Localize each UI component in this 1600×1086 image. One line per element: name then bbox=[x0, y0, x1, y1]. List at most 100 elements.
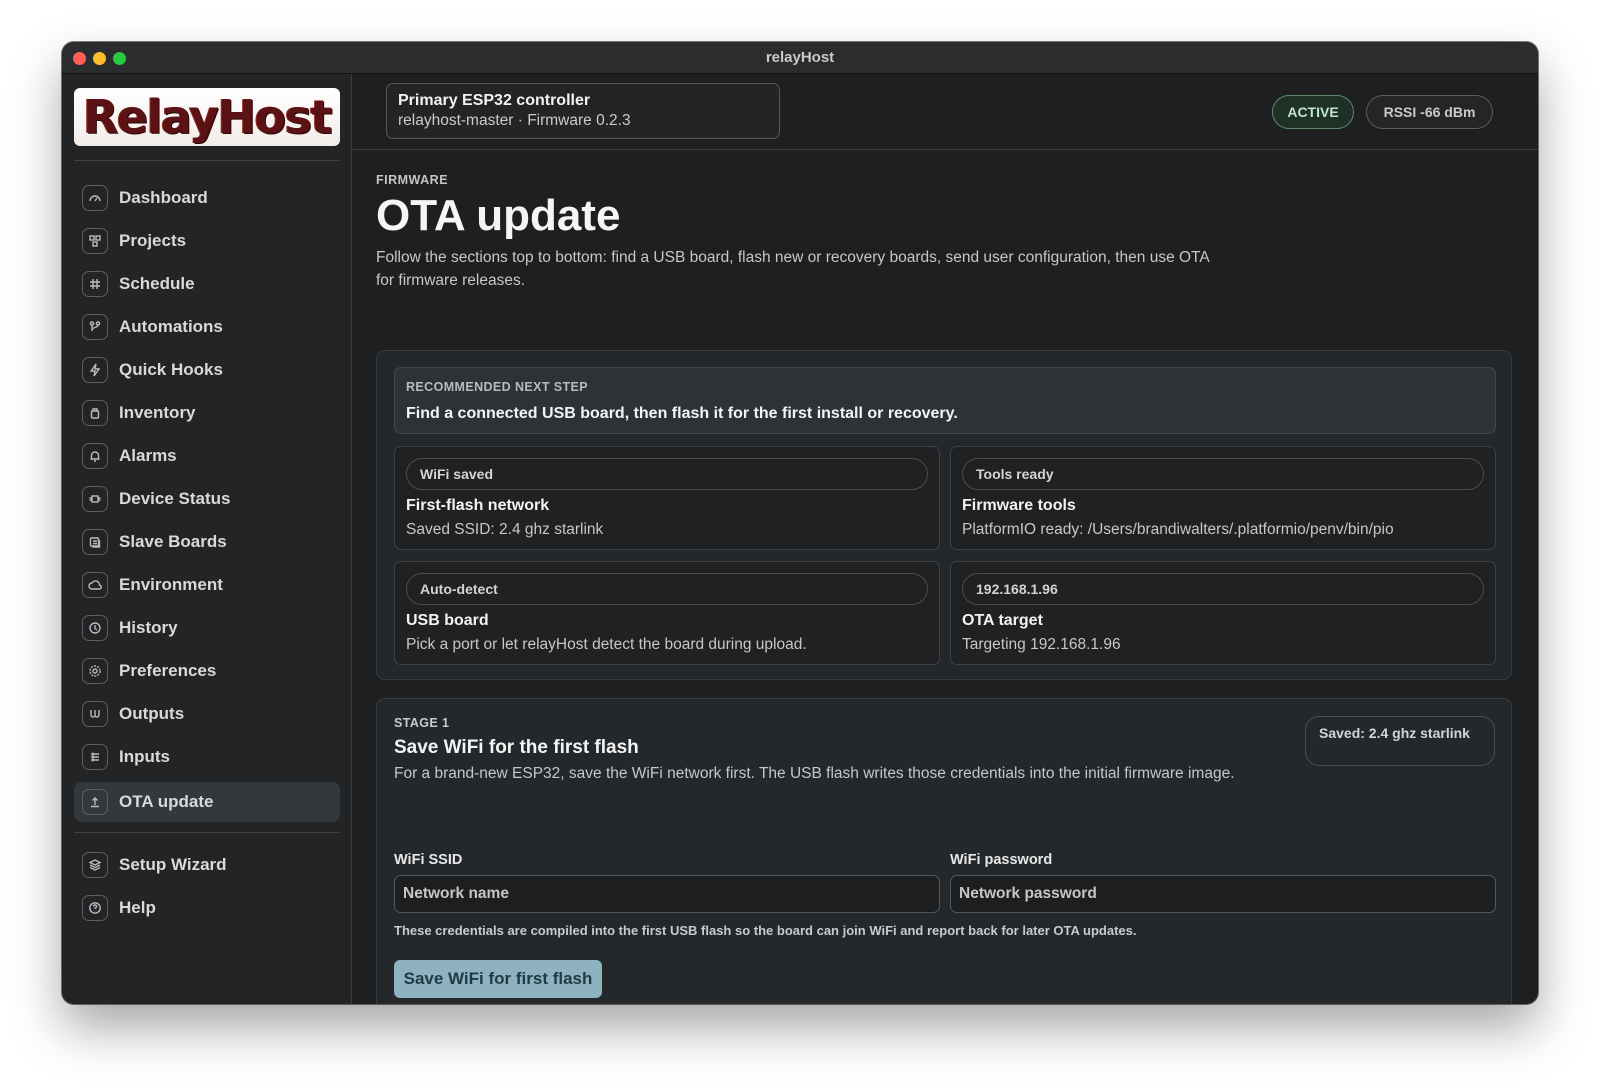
page-eyebrow: FIRMWARE bbox=[376, 173, 449, 187]
page-header: FIRMWARE OTA update Follow the sections … bbox=[376, 150, 1516, 292]
top-bar: Primary ESP32 controller relayhost-maste… bbox=[352, 74, 1538, 150]
sidebar-item-label: Automations bbox=[119, 317, 223, 336]
calendar-grid-icon bbox=[82, 271, 108, 297]
sidebar-item-device-status[interactable]: Device Status bbox=[74, 479, 340, 519]
main-content: Primary ESP32 controller relayhost-maste… bbox=[352, 74, 1538, 1004]
sidebar-item-label: Outputs bbox=[119, 704, 185, 723]
sidebar-item-label: OTA update bbox=[119, 792, 214, 811]
sidebar-item-label: Projects bbox=[119, 231, 187, 250]
sidebar-item-alarms[interactable]: Alarms bbox=[74, 436, 340, 476]
page-description: Follow the sections top to bottom: find … bbox=[376, 249, 1209, 289]
sidebar-item-label: Inputs bbox=[119, 747, 170, 766]
sidebar-item-automations[interactable]: Automations bbox=[74, 307, 340, 347]
sidebar-item-inputs[interactable]: Inputs bbox=[74, 737, 340, 777]
sidebar-divider bbox=[74, 160, 340, 161]
wifi-ssid-label: WiFi SSID bbox=[394, 852, 463, 868]
status-title: OTA target bbox=[962, 612, 1043, 629]
status-subtitle: Targeting 192.168.1.96 bbox=[962, 636, 1121, 653]
boards-icon bbox=[82, 529, 108, 555]
bell-icon bbox=[82, 443, 108, 469]
status-pill: Auto-detect bbox=[406, 573, 928, 605]
sidebar-item-label: Schedule bbox=[119, 274, 195, 293]
upload-icon bbox=[82, 789, 108, 815]
status-subtitle: PlatformIO ready: /Users/brandiwalters/.… bbox=[962, 521, 1394, 538]
status-subtitle: Pick a port or let relayHost detect the … bbox=[406, 636, 807, 653]
sidebar-item-setup-wizard[interactable]: Setup Wizard bbox=[74, 845, 340, 885]
sidebar-item-label: Inventory bbox=[119, 403, 196, 422]
sidebar-item-label: Alarms bbox=[119, 446, 177, 465]
sidebar-item-projects[interactable]: Projects bbox=[74, 221, 340, 261]
gear-icon bbox=[82, 658, 108, 684]
status-subtitle: Saved SSID: 2.4 ghz starlink bbox=[406, 521, 604, 538]
stage-1-panel: STAGE 1 Save WiFi for the first flash Fo… bbox=[376, 698, 1512, 1004]
wifi-password-input[interactable] bbox=[950, 875, 1496, 913]
flow-icon bbox=[82, 314, 108, 340]
sidebar-item-label: Slave Boards bbox=[119, 532, 227, 551]
device-selector[interactable]: Primary ESP32 controller relayhost-maste… bbox=[386, 83, 780, 139]
outputs-icon bbox=[82, 701, 108, 727]
status-card-ota-target: 192.168.1.96 OTA target Targeting 192.16… bbox=[950, 561, 1496, 665]
sidebar-item-quick-hooks[interactable]: Quick Hooks bbox=[74, 350, 340, 390]
sidebar-item-dashboard[interactable]: Dashboard bbox=[74, 178, 340, 218]
lightning-icon bbox=[82, 357, 108, 383]
status-title: USB board bbox=[406, 612, 489, 629]
chip-icon bbox=[82, 486, 108, 512]
sidebar-item-help[interactable]: Help bbox=[74, 888, 340, 928]
credentials-hint: These credentials are compiled into the … bbox=[394, 923, 1137, 938]
title-bar: relayHost bbox=[62, 42, 1538, 74]
layers-icon bbox=[82, 852, 108, 878]
gauge-icon bbox=[82, 185, 108, 211]
wifi-password-label: WiFi password bbox=[950, 852, 1053, 868]
sidebar-item-slave-boards[interactable]: Slave Boards bbox=[74, 522, 340, 562]
stage-description: For a brand-new ESP32, save the WiFi net… bbox=[394, 765, 1235, 782]
status-pill: WiFi saved bbox=[406, 458, 928, 490]
sidebar-item-label: Device Status bbox=[119, 489, 231, 508]
list-icon bbox=[82, 744, 108, 770]
status-card-tools: Tools ready Firmware tools PlatformIO re… bbox=[950, 446, 1496, 550]
status-badge: ACTIVE bbox=[1272, 95, 1354, 129]
projects-icon bbox=[82, 228, 108, 254]
status-title: First-flash network bbox=[406, 497, 550, 514]
sidebar: RelayHost Dashboard Projects Schedule Au… bbox=[62, 74, 352, 1004]
stage-title: Save WiFi for the first flash bbox=[394, 737, 639, 758]
device-name: Primary ESP32 controller bbox=[398, 92, 591, 109]
sidebar-item-label: Quick Hooks bbox=[119, 360, 223, 379]
sidebar-item-label: History bbox=[119, 618, 178, 637]
sidebar-item-schedule[interactable]: Schedule bbox=[74, 264, 340, 304]
window-title: relayHost bbox=[765, 49, 835, 66]
overview-panel: RECOMMENDED NEXT STEP Find a connected U… bbox=[376, 350, 1512, 680]
sidebar-item-inventory[interactable]: Inventory bbox=[74, 393, 340, 433]
status-card-network: WiFi saved First-flash network Saved SSI… bbox=[394, 446, 940, 550]
sidebar-item-history[interactable]: History bbox=[74, 608, 340, 648]
logo: RelayHost bbox=[74, 88, 340, 146]
sidebar-item-label: Setup Wizard bbox=[119, 855, 227, 874]
help-circle-icon bbox=[82, 895, 108, 921]
status-pill: 192.168.1.96 bbox=[962, 573, 1484, 605]
sidebar-item-label: Preferences bbox=[119, 661, 217, 680]
next-step-text: Find a connected USB board, then flash i… bbox=[406, 405, 958, 422]
wifi-ssid-input[interactable] bbox=[394, 875, 940, 913]
cloud-icon bbox=[82, 572, 108, 598]
rssi-badge: RSSI -66 dBm bbox=[1366, 95, 1493, 129]
sidebar-item-preferences[interactable]: Preferences bbox=[74, 651, 340, 691]
sidebar-item-ota-update[interactable]: OTA update bbox=[74, 782, 340, 822]
sidebar-item-environment[interactable]: Environment bbox=[74, 565, 340, 605]
device-subtitle: relayhost-master · Firmware 0.2.3 bbox=[398, 112, 631, 129]
stage-eyebrow: STAGE 1 bbox=[394, 716, 450, 730]
status-title: Firmware tools bbox=[962, 497, 1076, 514]
app-window: relayHost RelayHost Dashboard Projects S… bbox=[62, 42, 1538, 1004]
sidebar-item-label: Help bbox=[119, 898, 156, 917]
clock-history-icon bbox=[82, 615, 108, 641]
next-step-eyebrow: RECOMMENDED NEXT STEP bbox=[406, 380, 589, 394]
sidebar-item-label: Dashboard bbox=[119, 188, 208, 207]
box-icon bbox=[82, 400, 108, 426]
next-step-banner: RECOMMENDED NEXT STEP Find a connected U… bbox=[394, 367, 1496, 434]
status-pill: Tools ready bbox=[962, 458, 1484, 490]
status-card-usb-board: Auto-detect USB board Pick a port or let… bbox=[394, 561, 940, 665]
page-title: OTA update bbox=[376, 191, 621, 240]
sidebar-divider bbox=[74, 832, 340, 833]
logo-text: RelayHost bbox=[83, 90, 332, 144]
sidebar-item-label: Environment bbox=[119, 575, 223, 594]
save-wifi-button[interactable]: Save WiFi for first flash bbox=[394, 960, 602, 998]
sidebar-item-outputs[interactable]: Outputs bbox=[74, 694, 340, 734]
